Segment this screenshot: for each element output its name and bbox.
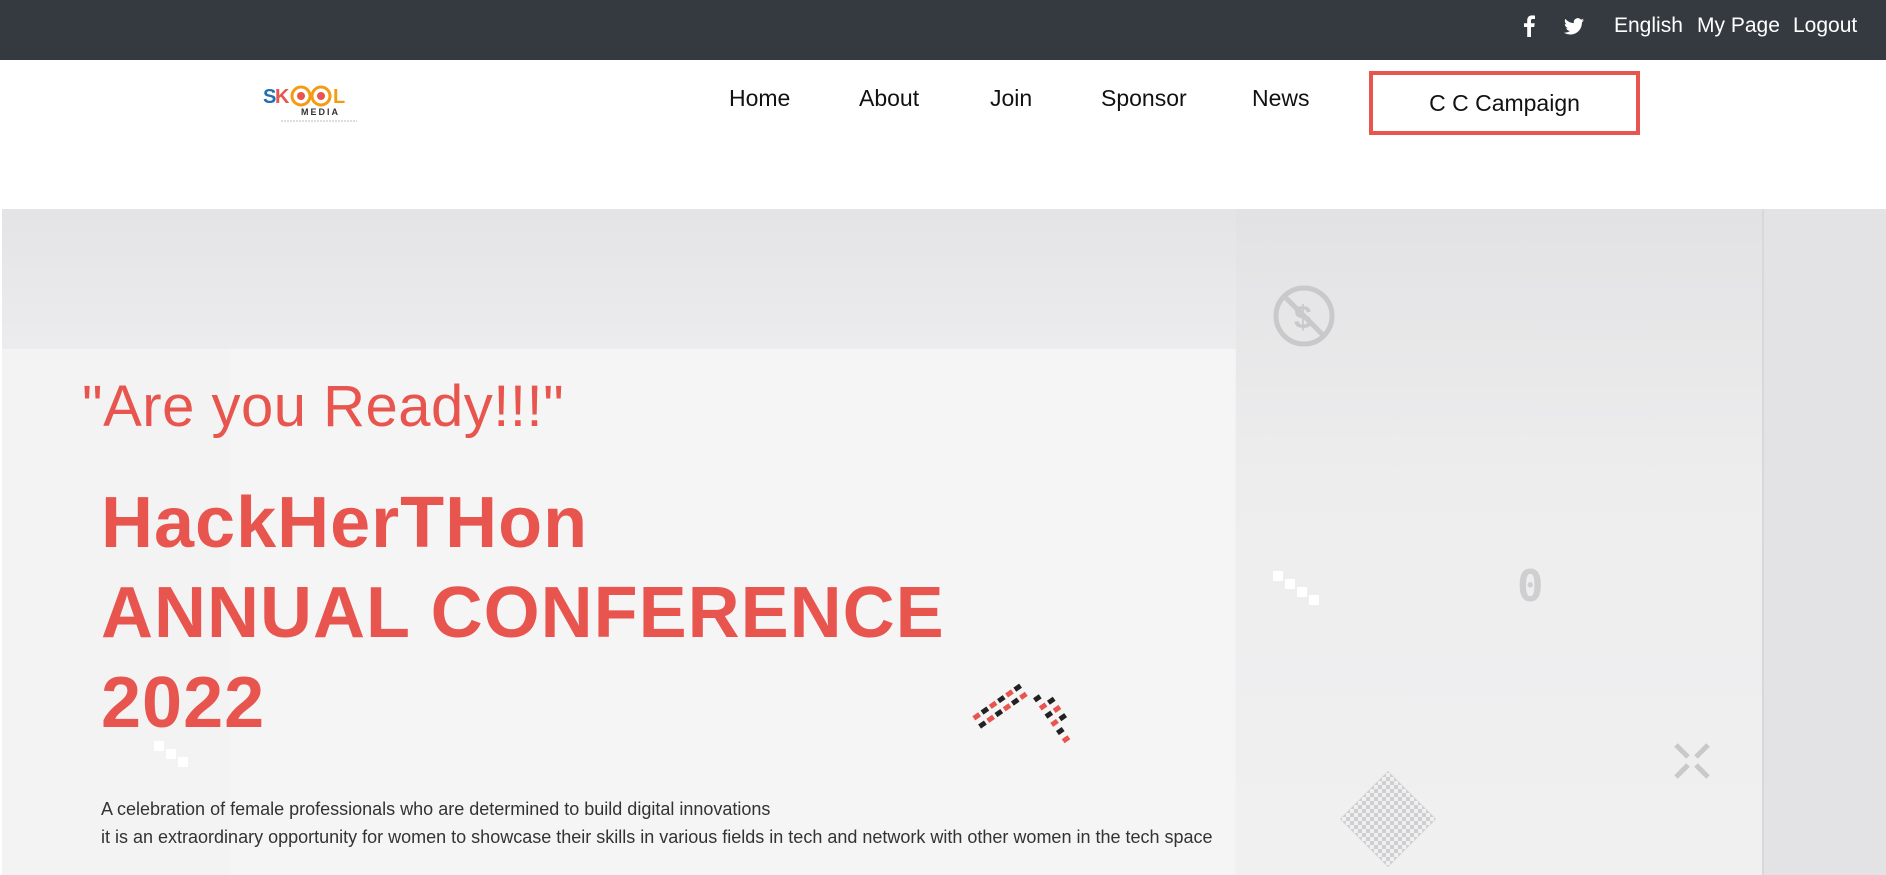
my-page-link[interactable]: My Page [1697, 13, 1780, 39]
decorative-question-pattern-icon [972, 683, 1071, 744]
nav-about[interactable]: About [859, 83, 919, 113]
headline-line: HackHerTHon [101, 483, 589, 563]
hero-tagline: "Are you Ready!!!" [82, 374, 565, 439]
svg-text:K: K [275, 86, 290, 108]
headline-line: 2022 [101, 663, 266, 743]
nav-sponsor[interactable]: Sponsor [1101, 83, 1187, 113]
nav-join[interactable]: Join [990, 83, 1032, 113]
decorative-zero-icon: 0 [1517, 561, 1544, 612]
headline-line: ANNUAL CONFERENCE [101, 573, 945, 653]
hero-description: A celebration of female professionals wh… [101, 795, 1213, 851]
top-utility-bar: English My Page Logout [0, 0, 1886, 60]
nav-news[interactable]: News [1252, 83, 1310, 113]
svg-text:MEDIA: MEDIA [301, 107, 340, 117]
hero-background-edge [1762, 209, 1886, 875]
logout-link[interactable]: Logout [1793, 13, 1857, 39]
svg-text:L: L [333, 86, 345, 108]
no-dollar-icon: $ [1273, 285, 1335, 347]
twitter-icon[interactable] [1561, 13, 1587, 39]
skool-media-logo[interactable]: S K L MEDIA [261, 84, 365, 124]
cc-campaign-label: C C Campaign [1429, 89, 1580, 116]
facebook-icon[interactable] [1516, 13, 1542, 39]
language-selector[interactable]: English [1614, 13, 1683, 39]
nav-home[interactable]: Home [729, 83, 790, 113]
decorative-squares-icon [1273, 571, 1319, 605]
decorative-diamond-icon [1340, 771, 1436, 867]
decorative-x-icon [1674, 743, 1710, 779]
description-line: A celebration of female professionals wh… [101, 799, 771, 819]
hero-headline: HackHerTHon ANNUAL CONFERENCE 2022 [101, 478, 945, 748]
description-line: it is an extraordinary opportunity for w… [101, 827, 1213, 847]
cc-campaign-button[interactable]: C C Campaign [1369, 71, 1640, 135]
main-navbar: S K L MEDIA Home About Join Sponsor News… [2, 60, 1886, 209]
